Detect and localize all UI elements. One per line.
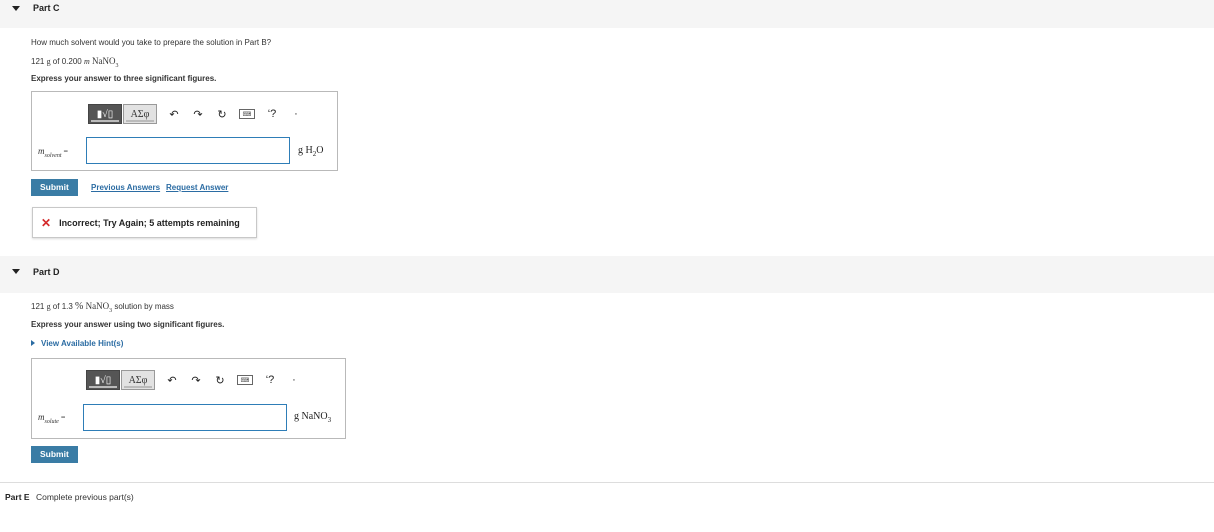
redo-icon[interactable]: ↷ xyxy=(191,108,205,121)
keyboard-shortcuts-icon[interactable]: ⌨ xyxy=(237,375,253,385)
part-d-given: 121 g of 1.3 % NaNO3 solution by mass xyxy=(31,301,174,314)
part-c-submit-button[interactable]: Submit xyxy=(31,179,78,196)
part-d-instruction: Express your answer using two significan… xyxy=(31,320,225,329)
part-c-instruction: Express your answer to three significant… xyxy=(31,74,217,83)
math-toolbar: ▮√▯ ΑΣφ ↶ ↷ ↻ ⌨ ‘? · xyxy=(86,368,301,392)
keyboard-shortcuts-icon[interactable]: ⌨ xyxy=(239,109,255,119)
part-c-header[interactable]: Part C xyxy=(0,0,1214,28)
templates-button[interactable]: ▮√▯ xyxy=(88,104,122,124)
part-d-title: Part D xyxy=(33,267,60,277)
help-icon[interactable]: ‘? xyxy=(263,374,277,386)
collapse-caret-icon[interactable] xyxy=(12,269,20,274)
help-icon[interactable]: ‘? xyxy=(265,108,279,120)
part-c-question: How much solvent would you take to prepa… xyxy=(31,38,272,47)
part-c-title: Part C xyxy=(33,3,60,13)
templates-button[interactable]: ▮√▯ xyxy=(86,370,120,390)
more-icon[interactable]: · xyxy=(289,108,303,120)
previous-answers-link[interactable]: Previous Answers xyxy=(91,183,160,192)
divider xyxy=(0,482,1214,483)
undo-icon[interactable]: ↶ xyxy=(167,108,181,121)
part-d-variable-label: msolute = xyxy=(38,412,66,425)
greek-symbols-button[interactable]: ΑΣφ xyxy=(121,370,155,390)
more-icon[interactable]: · xyxy=(287,374,301,386)
feedback-message: ✕ Incorrect; Try Again; 5 attempts remai… xyxy=(32,207,257,238)
reset-icon[interactable]: ↻ xyxy=(213,374,227,387)
request-answer-link[interactable]: Request Answer xyxy=(166,183,228,192)
part-c-answer-box: ▮√▯ ΑΣφ ↶ ↷ ↻ ⌨ ‘? · msolvent = g H2O xyxy=(31,91,338,171)
redo-icon[interactable]: ↷ xyxy=(189,374,203,387)
expand-triangle-icon xyxy=(31,340,35,346)
part-e-row: Part E Complete previous part(s) xyxy=(5,492,134,502)
part-d-submit-button[interactable]: Submit xyxy=(31,446,78,463)
view-hints-link[interactable]: View Available Hint(s) xyxy=(31,339,123,348)
incorrect-x-icon: ✕ xyxy=(41,215,52,230)
collapse-caret-icon[interactable] xyxy=(12,6,20,11)
undo-icon[interactable]: ↶ xyxy=(165,374,179,387)
part-e-status: Complete previous part(s) xyxy=(35,492,134,502)
part-d-answer-input[interactable] xyxy=(83,404,287,431)
part-c-given: 121 g of 0.200 m NaNO3 xyxy=(31,56,119,69)
feedback-text: Incorrect; Try Again; 5 attempts remaini… xyxy=(59,217,240,228)
part-c-unit: g H2O xyxy=(298,145,324,158)
part-c-variable-label: msolvent = xyxy=(38,146,69,159)
part-d-header[interactable]: Part D xyxy=(0,256,1214,293)
part-e-title: Part E xyxy=(5,492,30,502)
reset-icon[interactable]: ↻ xyxy=(215,108,229,121)
part-d-answer-box: ▮√▯ ΑΣφ ↶ ↷ ↻ ⌨ ‘? · msolute = g NaNO3 xyxy=(31,358,346,439)
part-d-unit: g NaNO3 xyxy=(294,411,332,424)
math-toolbar: ▮√▯ ΑΣφ ↶ ↷ ↻ ⌨ ‘? · xyxy=(88,102,303,126)
part-c-answer-input[interactable] xyxy=(86,137,290,164)
greek-symbols-button[interactable]: ΑΣφ xyxy=(123,104,157,124)
